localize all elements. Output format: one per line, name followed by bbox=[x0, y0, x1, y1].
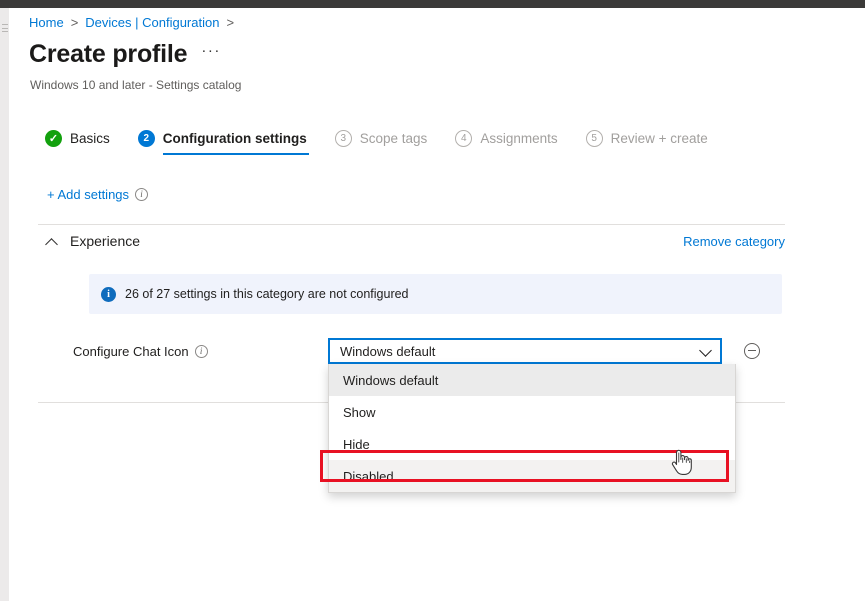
window-top-bar bbox=[0, 0, 865, 8]
add-settings-label: + Add settings bbox=[47, 187, 129, 202]
step-badge-4: 4 bbox=[455, 130, 472, 147]
page-subtitle: Windows 10 and later - Settings catalog bbox=[30, 78, 241, 92]
hamburger-icon[interactable] bbox=[2, 24, 8, 32]
dropdown-listbox: Windows default Show Hide Disabled bbox=[328, 364, 736, 493]
setting-label: Configure Chat Icon bbox=[73, 344, 189, 359]
dropdown-option-disabled[interactable]: Disabled bbox=[329, 460, 735, 492]
breadcrumb-separator: > bbox=[71, 15, 79, 30]
left-nav-rail bbox=[0, 8, 9, 601]
remove-category-link[interactable]: Remove category bbox=[683, 234, 785, 249]
category-header: Experience Remove category bbox=[47, 233, 785, 249]
wizard-tabs: ✓ Basics 2 Configuration settings 3 Scop… bbox=[45, 130, 736, 155]
step-badge-5: 5 bbox=[586, 130, 603, 147]
tab-configuration-settings[interactable]: 2 Configuration settings bbox=[138, 130, 307, 155]
configure-chat-icon-combobox-wrap: Windows default Windows default Show Hid… bbox=[328, 338, 722, 364]
dropdown-option-show[interactable]: Show bbox=[329, 396, 735, 428]
minus-circle-icon[interactable] bbox=[744, 343, 760, 359]
tab-assignments[interactable]: 4 Assignments bbox=[455, 130, 557, 155]
page-title: Create profile bbox=[29, 40, 187, 69]
step-badge-check-icon: ✓ bbox=[45, 130, 62, 147]
step-badge-2: 2 bbox=[138, 130, 155, 147]
tab-label-configuration-settings: Configuration settings bbox=[163, 131, 307, 146]
chevron-down-icon[interactable] bbox=[700, 345, 712, 357]
divider-top bbox=[38, 224, 785, 225]
info-icon-setting[interactable]: i bbox=[195, 345, 208, 358]
tab-label-assignments: Assignments bbox=[480, 131, 557, 146]
tab-label-basics: Basics bbox=[70, 131, 110, 146]
category-left: Experience bbox=[47, 233, 140, 249]
more-actions-ellipsis[interactable]: ··· bbox=[201, 42, 221, 59]
add-settings-link[interactable]: + Add settings i bbox=[47, 187, 148, 202]
title-row: Create profile ··· bbox=[29, 40, 221, 69]
step-badge-3: 3 bbox=[335, 130, 352, 147]
breadcrumb: Home > Devices | Configuration > bbox=[29, 15, 241, 30]
breadcrumb-item-home[interactable]: Home bbox=[29, 15, 64, 30]
breadcrumb-item-devices-configuration[interactable]: Devices | Configuration bbox=[85, 15, 219, 30]
dropdown-selected-value: Windows default bbox=[340, 344, 435, 359]
dropdown-option-windows-default[interactable]: Windows default bbox=[329, 364, 735, 396]
setting-label-wrap: Configure Chat Icon i bbox=[73, 344, 328, 359]
info-banner-text: 26 of 27 settings in this category are n… bbox=[125, 287, 409, 301]
info-banner: i 26 of 27 settings in this category are… bbox=[89, 274, 782, 314]
info-icon[interactable]: i bbox=[135, 188, 148, 201]
page-content: Home > Devices | Configuration > Create … bbox=[9, 8, 865, 601]
category-name: Experience bbox=[70, 233, 140, 249]
dropdown-option-hide[interactable]: Hide bbox=[329, 428, 735, 460]
tab-label-review-create: Review + create bbox=[611, 131, 708, 146]
breadcrumb-separator-2: > bbox=[226, 15, 234, 30]
setting-row-configure-chat-icon: Configure Chat Icon i Windows default Wi… bbox=[73, 338, 785, 364]
tab-review-create[interactable]: 5 Review + create bbox=[586, 130, 708, 155]
tab-scope-tags[interactable]: 3 Scope tags bbox=[335, 130, 428, 155]
chevron-up-icon[interactable] bbox=[47, 236, 58, 247]
info-filled-icon: i bbox=[101, 287, 116, 302]
tab-label-scope-tags: Scope tags bbox=[360, 131, 428, 146]
tab-basics[interactable]: ✓ Basics bbox=[45, 130, 110, 155]
configure-chat-icon-dropdown[interactable]: Windows default bbox=[328, 338, 722, 364]
